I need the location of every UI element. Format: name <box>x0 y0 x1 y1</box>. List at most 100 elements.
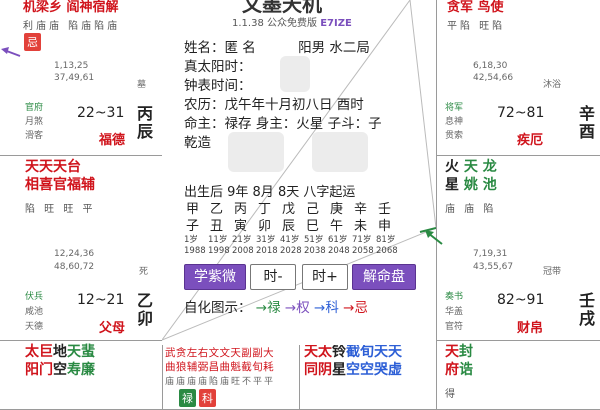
star: 地 <box>53 344 67 360</box>
learn-ziwei-button[interactable]: 学紫微 <box>184 264 246 290</box>
god-1: 奏书 <box>445 292 464 302</box>
god-2: 华盖 <box>445 307 464 317</box>
god-2: 息神 <box>445 117 464 127</box>
earthly-branch: 戌 <box>579 309 596 328</box>
star: 喜 <box>39 177 53 193</box>
palace-branch: 乙 卯 <box>137 292 153 328</box>
palace-fumu[interactable]: 天天天台 相喜官福辅 陷 旺 旺 平 12,24,36 48,60,72 死 伏… <box>0 155 163 341</box>
age: 41岁 <box>280 235 300 245</box>
year: 1998 <box>208 246 230 256</box>
year: 2058 <box>352 246 374 256</box>
god-1: 官府 <box>25 103 44 113</box>
qianzao-label: 乾造 <box>184 135 211 151</box>
zhi: 子 <box>186 219 200 234</box>
palace-name: 父母 <box>99 321 126 336</box>
zihua-quan: →权 <box>284 300 310 316</box>
year: 2028 <box>280 246 302 256</box>
version-label: 1.1.38 公众免费版 <box>232 18 317 29</box>
ages-line2: 37,49,61 <box>54 73 95 83</box>
ages-line2: 42,54,66 <box>473 73 514 83</box>
palace-bottom-right-stars-row2: 府诰 <box>445 362 473 379</box>
zhi: 巳 <box>306 219 320 234</box>
star-row: 机梁乡 阎神宿解 <box>23 0 119 15</box>
year: 1988 <box>184 246 206 256</box>
life-stage: 冠带 <box>543 267 562 277</box>
star: 空 <box>53 362 67 378</box>
name-line: 姓名：匿 名 阳男 水二局 <box>184 36 370 56</box>
palace-bottom-left-stars-row2: 阳门空寿廉 <box>25 362 95 379</box>
palace-jie[interactable]: 贪军 鸟使 平陷 旺陷 6,18,30 42,54,66 沐浴 将军 息神 贯索… <box>436 0 600 156</box>
palace-name: 财帛 <box>517 321 544 336</box>
star: 门 <box>39 362 53 378</box>
solar-time-label: 真太阳时： <box>184 59 252 75</box>
star: 阳 <box>25 362 39 378</box>
age: 71岁 <box>352 235 372 245</box>
star-line-2: 曲狼辅弼昌曲魁截旬耗 <box>165 361 274 373</box>
god-3: 官符 <box>445 322 464 332</box>
palace-bottom-left-stars-row1: 太巨地天蜚 <box>25 344 95 361</box>
star: 官 <box>53 177 67 193</box>
palace-branch: 壬 戌 <box>579 292 595 328</box>
star: 天 <box>445 344 459 360</box>
palace-fumu-stars-row2: 相喜官福辅 <box>25 177 95 194</box>
star-line-3: 庙庙庙庙陷庙旺不平平 <box>165 377 276 387</box>
heavenly-stem: 丙 <box>137 104 154 123</box>
heavenly-stem: 辛 <box>579 104 596 123</box>
interpret-chart-button[interactable]: 解命盘 <box>352 264 416 290</box>
god-2: 月煞 <box>25 117 44 127</box>
star: 哭 <box>374 362 388 378</box>
year: 2068 <box>376 246 398 256</box>
star: 池 <box>482 177 497 193</box>
age: 81岁 <box>376 235 396 245</box>
arrow-left-icon <box>0 44 22 58</box>
name-label: 姓名：匿 名 <box>184 40 256 56</box>
earthly-branch: 辰 <box>137 122 154 141</box>
year: 2018 <box>256 246 278 256</box>
time-minus-button[interactable]: 时- <box>250 264 296 290</box>
palace-caibo[interactable]: 火 天 龙 星 姚 池 庙 庙 陷 7,19,31 43,55,67 冠带 奏书… <box>436 155 600 341</box>
star: 福 <box>67 177 81 193</box>
ke-badge: 科 <box>199 389 216 407</box>
star: 旬 <box>360 344 374 360</box>
ages-line1: 1,13,25 <box>54 61 89 71</box>
decade-range: 12~21 <box>77 292 125 308</box>
ages-line1: 6,18,30 <box>473 61 508 71</box>
star: 天 <box>388 344 402 360</box>
time-plus-button[interactable]: 时+ <box>302 264 348 290</box>
heavenly-stem: 乙 <box>137 291 154 310</box>
star: 廉 <box>81 362 95 378</box>
star: 铃 <box>332 344 346 360</box>
palace-name: 福德 <box>99 133 126 148</box>
star: 诰 <box>459 362 473 378</box>
privacy-blur <box>228 132 284 172</box>
palace-fude-star-brightness: 利庙庙 陷庙陷庙 <box>23 21 121 32</box>
zhi: 未 <box>354 219 368 234</box>
star-line-1: 武贪左右文文天副副大 <box>165 347 274 359</box>
star: 天 <box>374 344 388 360</box>
ages-line1: 7,19,31 <box>473 249 508 259</box>
zhi: 寅 <box>234 219 248 234</box>
decade-range: 22~31 <box>77 105 125 121</box>
star: 天 <box>463 159 478 175</box>
star: 台 <box>67 159 81 175</box>
god-2: 咸池 <box>25 307 44 317</box>
arrow-pointer-icon <box>424 228 444 248</box>
star-row: 贪军 鸟使 <box>447 0 504 15</box>
clock-time-label: 钟表时间： <box>184 78 252 94</box>
lord-label: 命主：禄存 身主：火星 子斗：子 <box>184 116 382 132</box>
star: 天 <box>25 159 39 175</box>
star: 同 <box>304 362 318 378</box>
decade-range: 82~91 <box>497 292 545 308</box>
zihua-label: 自化图示： <box>184 300 252 316</box>
palace-fude[interactable]: 机梁乡 阎神宿解 利庙庙 陷庙陷庙 忌 1,13,25 37,49,61 墓 官… <box>0 0 163 156</box>
age: 11岁 <box>208 235 228 245</box>
age: 61岁 <box>328 235 348 245</box>
privacy-blur <box>312 132 368 172</box>
star: 太 <box>318 344 332 360</box>
palace-caibo-star-brightness: 庙 庙 陷 <box>445 204 497 215</box>
palace-jie-star-brightness: 平陷 旺陷 <box>447 21 506 32</box>
life-stage: 死 <box>139 267 149 277</box>
age: 31岁 <box>256 235 276 245</box>
god-3: 天德 <box>25 322 44 332</box>
years-row: 1988 1998 2008 2018 2028 2038 2048 2058 2068 <box>184 246 400 256</box>
